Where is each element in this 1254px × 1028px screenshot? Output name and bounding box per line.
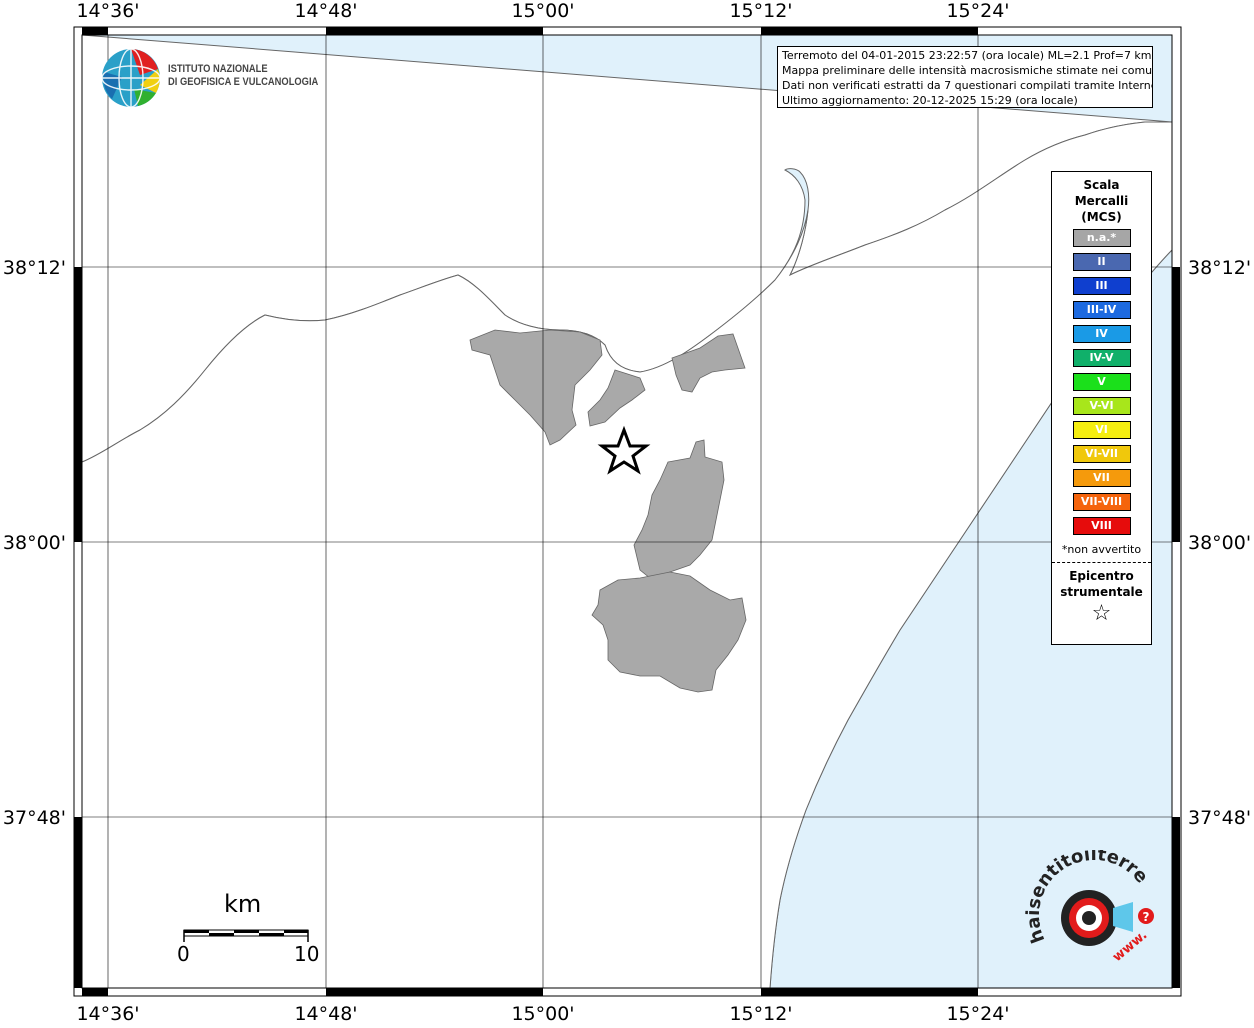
- lat-label: 38°00': [3, 532, 66, 554]
- legend-item: V: [1072, 373, 1131, 391]
- lon-label: 15°24': [946, 0, 1009, 22]
- legend-title-line1: Scala: [1083, 178, 1120, 192]
- scale-min: 0: [177, 942, 190, 966]
- legend-divider: [1052, 562, 1151, 563]
- lon-label: 15°12': [729, 1003, 792, 1024]
- globe-icon: [101, 48, 161, 108]
- legend-title-line2: Mercalli: [1074, 194, 1129, 208]
- legend-note: *non avvertito: [1061, 543, 1142, 556]
- legend-item: II: [1072, 253, 1131, 271]
- ingv-logo: ISTITUTO NAZIONALE DI GEOFISICA E VULCAN…: [100, 47, 320, 111]
- lat-label: 38°12': [3, 257, 66, 279]
- lon-labels-bottom: 14°36' 14°48' 15°00' 15°12' 15°24': [76, 1003, 1009, 1025]
- event-info-line2: Mappa preliminare delle intensità macros…: [782, 64, 1153, 77]
- lon-label: 15°00': [511, 1003, 574, 1024]
- event-info-box: Terremoto del 04-01-2015 23:22:57 (ora l…: [777, 46, 1153, 108]
- lat-labels-right: 38°12' 38°00' 37°48': [1188, 257, 1251, 829]
- ingv-line1: ISTITUTO NAZIONALE: [168, 63, 268, 75]
- scale-max: 10: [294, 942, 320, 966]
- legend-star-icon: ☆: [1091, 601, 1112, 626]
- scale-bar: km 0 10: [177, 890, 320, 970]
- lon-label: 14°36': [76, 1003, 139, 1024]
- legend-item: V-VI: [1072, 397, 1131, 415]
- lon-label: 15°12': [729, 0, 792, 22]
- lat-label: 37°48': [1188, 807, 1251, 829]
- legend-title-line3: (MCS): [1081, 210, 1122, 224]
- lon-label: 15°00': [511, 0, 574, 22]
- event-info-line4: Ultimo aggiornamento: 20-12-2025 15:29 (…: [782, 94, 1078, 107]
- lon-label: 15°24': [946, 1003, 1009, 1024]
- mcs-legend: Scala Mercalli (MCS) n.a.* II III III-IV IV I…: [1051, 171, 1152, 645]
- svg-text:?: ?: [1143, 910, 1150, 924]
- legend-title: Scala Mercalli (MCS): [1052, 177, 1151, 225]
- legend-epi-line1: Epicentro: [1069, 569, 1134, 583]
- lat-label: 38°00': [1188, 532, 1251, 554]
- legend-item: IV: [1072, 325, 1131, 343]
- legend-item: VI: [1072, 421, 1131, 439]
- legend-item: VIII: [1072, 517, 1131, 535]
- legend-items: n.a.* II III III-IV IV IV-V V V-VI VI VI-VII VII VI…: [1052, 229, 1151, 535]
- legend-item: VII: [1072, 469, 1131, 487]
- legend-item: VII-VIII: [1072, 493, 1131, 511]
- hst-logo[interactable]: haisentitoilterremoto.it ? www.: [1016, 834, 1165, 980]
- legend-epi-line2: strumentale: [1060, 585, 1143, 599]
- lat-label: 37°48': [3, 807, 66, 829]
- legend-item: VI-VII: [1072, 445, 1131, 463]
- legend-epicenter-label: Epicentro strumentale: [1052, 568, 1151, 600]
- event-info-line1: Terremoto del 04-01-2015 23:22:57 (ora l…: [782, 49, 1152, 62]
- lon-label: 14°48': [294, 0, 357, 22]
- lat-labels-left: 38°12' 38°00' 37°48': [3, 257, 66, 829]
- legend-item: III: [1072, 277, 1131, 295]
- ingv-line2: DI GEOFISICA E VULCANOLOGIA: [168, 76, 319, 88]
- lon-labels-top: 14°36' 14°48' 15°00' 15°12' 15°24': [76, 0, 1009, 22]
- legend-item: n.a.*: [1072, 229, 1131, 247]
- lon-label: 14°48': [294, 1003, 357, 1024]
- lat-label: 38°12': [1188, 257, 1251, 279]
- legend-item: IV-V: [1072, 349, 1131, 367]
- event-info-line3: Dati non verificati estratti da 7 questi…: [782, 79, 1153, 92]
- hst-target-icon: haisentitoilterremoto.it ? www.: [1016, 834, 1154, 965]
- scale-unit: km: [224, 890, 262, 918]
- hst-www: www.: [1110, 928, 1150, 965]
- ingv-name: ISTITUTO NAZIONALE DI GEOFISICA E VULCAN…: [168, 63, 318, 89]
- legend-item: III-IV: [1072, 301, 1131, 319]
- lon-label: 14°36': [76, 0, 139, 22]
